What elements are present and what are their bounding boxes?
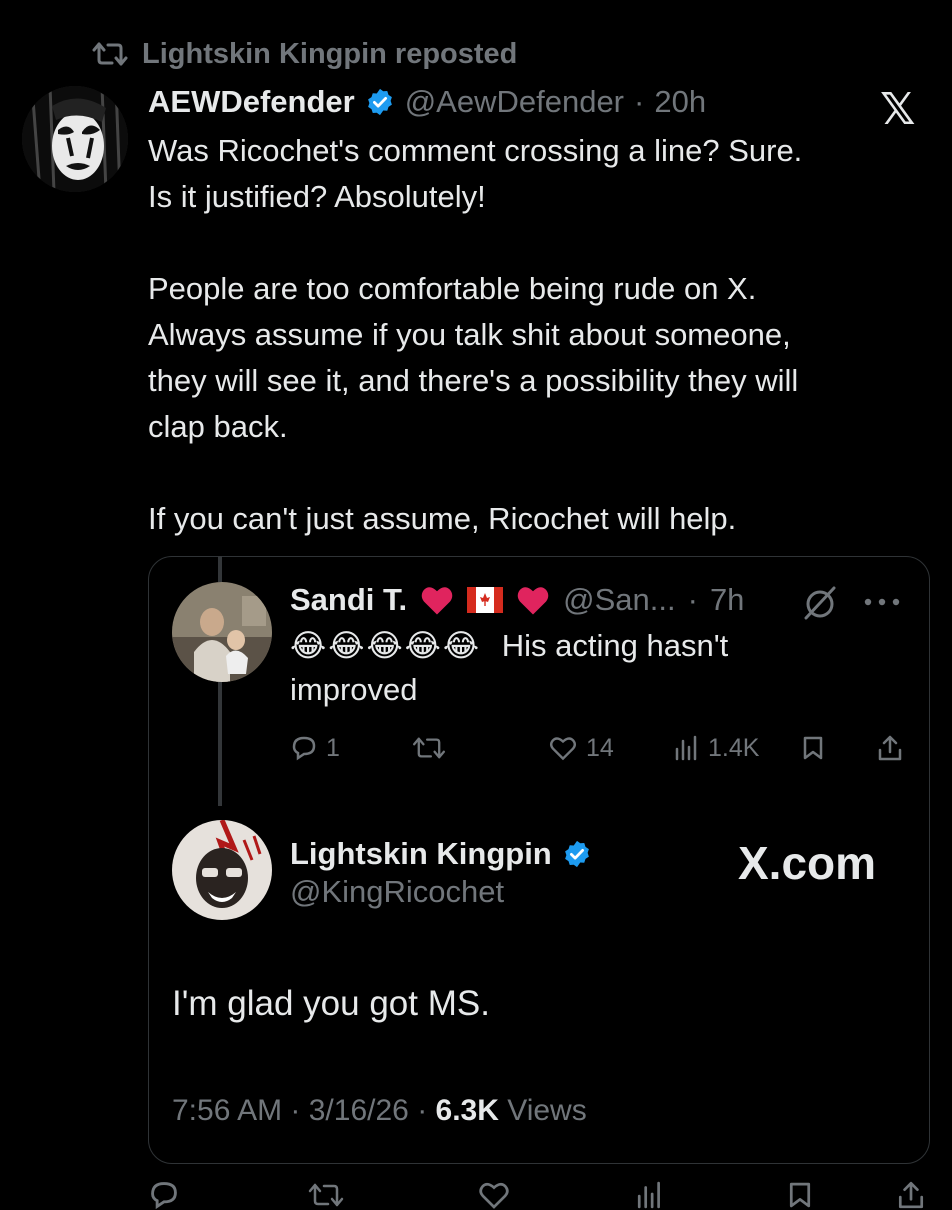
share-icon [898, 1181, 924, 1209]
reply-author-name[interactable]: Sandi T. [290, 582, 407, 618]
heart-icon [479, 1183, 509, 1209]
quoted-author: Lightskin Kingpin [290, 834, 592, 874]
repost-label: Lightskin Kingpin reposted [142, 37, 518, 70]
share-icon [878, 735, 902, 761]
retweet-icon [92, 42, 128, 66]
tweet-line: Is it justified? Absolutely! [148, 179, 486, 214]
like-button[interactable]: 14 [548, 728, 614, 768]
tweet-line: If you can't just assume, Ricochet will … [148, 501, 737, 536]
heart-icon [550, 737, 576, 761]
share-button[interactable] [896, 1180, 926, 1210]
tweet-text: Was Ricochet's comment crossing a line? … [148, 128, 938, 542]
heart-emoji-icon [421, 587, 453, 615]
grok-icon[interactable] [800, 584, 840, 620]
reply-icon [151, 1182, 177, 1210]
reply-text-inline: His acting hasn't [501, 628, 729, 663]
tweet-line: Was Ricochet's comment crossing a line? … [148, 133, 803, 168]
avatar-aewdefender[interactable] [22, 86, 128, 192]
quoted-views-label: Views [507, 1094, 587, 1127]
reply-author-handle[interactable]: @San... [563, 582, 675, 618]
quoted-time[interactable]: 7:56 AM [172, 1094, 282, 1127]
reply-action-bar: 1 14 1.4K [290, 728, 910, 768]
canada-flag-icon [467, 587, 504, 613]
verified-badge-icon [367, 88, 392, 116]
quoted-text: I'm glad you got MS. [172, 984, 490, 1023]
repost-indicator[interactable]: Lightskin Kingpin reposted [92, 34, 517, 74]
bookmark-icon [803, 736, 823, 760]
views-button[interactable]: 1.4K [674, 728, 759, 768]
retweet-icon [308, 1183, 344, 1207]
reply-icon [292, 736, 316, 761]
avatar-image [172, 582, 272, 682]
more-options-icon[interactable] [862, 596, 902, 608]
tweet-line: they will see it, and there's a possibil… [148, 363, 799, 398]
quoted-views-count: 6.3K [435, 1094, 499, 1127]
bookmark-button[interactable] [788, 1180, 812, 1210]
author-handle[interactable]: @AewDefender [405, 84, 624, 120]
avatar-image [22, 86, 128, 192]
reply-count: 1 [326, 733, 340, 762]
author-name[interactable]: AEWDefender [148, 84, 355, 120]
tweet-time[interactable]: 20h [654, 84, 706, 120]
quoted-author-handle[interactable]: @KingRicochet [290, 874, 504, 910]
reply-text: 😂😂😂😂😂 His acting hasn't improved [290, 624, 910, 712]
tweet-line-blank [148, 450, 938, 496]
retweet-button[interactable] [412, 728, 446, 768]
tweet-line: clap back. [148, 409, 288, 444]
avatar-sandi[interactable] [172, 582, 272, 682]
xcom-watermark: X.com [738, 837, 877, 889]
like-count: 14 [586, 733, 614, 762]
reply-text-wrap: improved [290, 672, 418, 707]
reply-button[interactable]: 1 [290, 728, 340, 768]
dot-separator: · [634, 84, 645, 119]
like-button[interactable] [478, 1180, 510, 1210]
retweet-button[interactable] [308, 1180, 344, 1210]
views-icon [675, 735, 697, 761]
share-button[interactable] [876, 728, 904, 768]
quoted-author-name[interactable]: Lightskin Kingpin [290, 836, 552, 872]
laughing-emojis: 😂😂😂😂😂 [290, 628, 482, 663]
tweet-line-blank [148, 220, 938, 266]
tweet-header: AEWDefender @AewDefender · 20h [148, 80, 706, 124]
quoted-meta: 7:56 AM · 3/16/26 · 6.3K Views [172, 1094, 587, 1127]
dot-separator: · [687, 582, 698, 617]
retweet-icon [412, 737, 446, 759]
tweet-line: Always assume if you talk shit about som… [148, 317, 791, 352]
verified-badge-icon [564, 840, 589, 868]
tweet-line: People are too comfortable being rude on… [148, 271, 757, 306]
bookmark-icon [789, 1182, 811, 1208]
tweet-action-bar [148, 1180, 928, 1210]
views-count: 1.4K [708, 733, 760, 762]
reply-header: Sandi T. @San... · 7h [290, 578, 744, 622]
avatar-image [172, 820, 272, 920]
heart-emoji-icon [517, 587, 549, 615]
reply-button[interactable] [148, 1180, 180, 1210]
views-icon [637, 1181, 660, 1209]
views-button[interactable] [636, 1180, 664, 1210]
bookmark-button[interactable] [802, 728, 824, 768]
quoted-date[interactable]: 3/16/26 [309, 1094, 409, 1127]
avatar-kingricochet[interactable] [172, 820, 272, 920]
reply-time[interactable]: 7h [710, 582, 744, 618]
